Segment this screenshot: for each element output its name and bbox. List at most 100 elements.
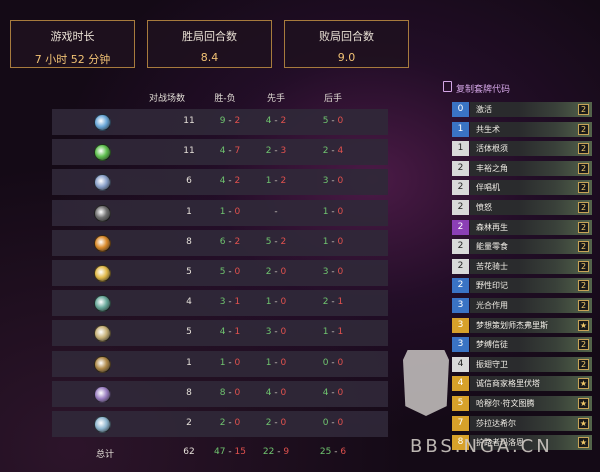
deck-card[interactable]: 2 伴唱机 2 [452,180,592,196]
deck-card[interactable]: 4 诚信商家格里伏塔 ★ [452,376,592,392]
card-count: ★ [578,319,589,331]
card-name: 诚信商家格里伏塔 [476,379,540,389]
card-count: 2 [578,221,589,233]
second-record: 5 - 0 [322,116,344,126]
card-name: 活体根须 [476,144,508,154]
card-name: 伴唱机 [476,183,500,193]
play-time-label: 游戏时长 [50,30,95,43]
card-cost: 2 [452,258,469,274]
total-win-loss: 47 - 15 [214,447,246,457]
card-cost: 3 [452,337,469,353]
deck-card[interactable]: 5 哈穆尔·符文图腾 ★ [452,396,592,411]
card-name: 森林再生 [476,222,508,232]
card-count: 2 [578,182,589,194]
card-count: 2 [578,358,589,370]
card-count: 2 [578,300,589,311]
deck-card[interactable]: 1 活体根须 2 [452,141,592,157]
deck-card[interactable]: 2 苦花骑士 2 [452,258,592,274]
win-loss: 9 - 2 [219,116,241,126]
card-count: 2 [578,162,589,174]
card-cost: 2 [452,180,469,196]
card-cost: 2 [452,239,469,255]
card-cost: 2 [452,278,469,294]
win-loss: 3 - 1 [219,297,241,308]
first-record: 4 - 0 [265,387,287,398]
card-name: 莎拉达希尔 [476,418,516,428]
mage-class-icon [94,114,111,131]
first-record: 1 - 0 [265,357,287,368]
card-count: 2 [578,202,589,213]
druid-class-icon [94,325,111,343]
card-name: 野性印记 [476,281,508,291]
card-name: 振翅守卫 [476,359,508,369]
card-cost: 5 [452,396,469,411]
header-win-loss: 胜-负 [214,94,236,104]
deck-card[interactable]: 3 梦想策划师杰弗里斯 ★ [452,317,592,333]
card-count: ★ [578,398,589,409]
demon-hunter-class-icon [94,295,111,313]
copy-deck-code-button[interactable]: 复制套牌代码 [443,82,510,95]
deck-card[interactable]: 2 野性印记 2 [452,278,592,294]
card-count: 2 [578,260,589,272]
card-name: 光合作用 [476,301,508,310]
table-row: 8 8 - 0 4 - 0 4 - 0 [52,380,388,407]
card-count: 2 [578,104,589,115]
win-loss: 4 - 7 [219,146,241,157]
card-cost: 4 [452,356,469,372]
card-cost: 0 [452,102,469,117]
card-name: 丰裕之角 [476,163,508,173]
card-count: ★ [578,437,589,449]
watermark-text: BBS.NGA.CN [410,436,553,457]
card-count: ★ [578,417,589,429]
first-record: 1 - 2 [265,176,287,187]
card-count: 2 [578,123,589,135]
deck-card[interactable]: 2 能量零食 2 [452,239,592,255]
card-name: 共生术 [476,124,500,134]
win-loss: 2 - 0 [219,418,241,428]
card-count: 2 [578,143,589,155]
win-turns-label: 胜局回合数 [182,30,237,43]
win-turns-value: 8.4 [200,51,219,64]
second-record: 3 - 0 [322,176,344,187]
table-row: 11 4 - 7 2 - 3 2 - 4 [52,139,388,166]
table-row: 6 4 - 2 1 - 2 3 - 0 [52,169,388,196]
win-turns-box: 胜局回合数 8.4 [147,20,272,68]
deck-card[interactable]: 4 振翅守卫 2 [452,356,592,372]
loss-turns-label: 败局回合数 [319,30,374,43]
card-cost: 2 [452,200,469,215]
deck-card[interactable]: 3 梦缚信徒 2 [452,337,592,353]
table-row: 5 4 - 1 3 - 0 1 - 1 [52,320,388,347]
shaman-class-icon [94,174,111,192]
first-record: 2 - 3 [265,146,287,157]
nga-logo-watermark [403,350,449,416]
deck-card[interactable]: 0 激活 2 [452,102,592,117]
second-record: 0 - 0 [322,418,344,428]
card-count: ★ [578,378,589,390]
table-row: 5 5 - 0 2 - 0 3 - 0 [52,260,388,286]
win-loss: 8 - 0 [219,387,241,398]
play-time-value: 7 小时 52 分钟 [34,53,111,66]
deck-card[interactable]: 2 丰裕之角 2 [452,160,592,176]
header-games: 对战场数 [148,94,185,104]
win-loss: 4 - 1 [219,327,241,338]
second-record: 1 - 1 [322,327,344,338]
card-name: 梦想策划师杰弗里斯 [476,320,548,330]
deck-card[interactable]: 7 莎拉达希尔 ★ [452,415,592,431]
deck-card[interactable]: 3 光合作用 2 [452,298,592,313]
table-row: 11 9 - 2 4 - 2 5 - 0 [52,109,388,135]
win-loss: 4 - 2 [219,176,241,187]
deck-card[interactable]: 1 共生术 2 [452,121,592,137]
card-cost: 7 [452,415,469,431]
deck-card[interactable]: 2 愤怒 2 [452,200,592,215]
second-record: 1 - 0 [322,206,344,217]
table-row: 4 3 - 1 1 - 0 2 - 1 [52,290,388,317]
second-record: 3 - 0 [322,267,344,277]
warrior-class-icon [94,234,111,252]
card-cost: 3 [452,317,469,333]
table-row: 1 1 - 0 - 1 - 0 [52,199,388,226]
card-name: 哈穆尔·符文图腾 [476,399,535,408]
deck-card[interactable]: 2 森林再生 2 [452,219,592,235]
card-cost: 4 [452,376,469,392]
second-record: 0 - 0 [322,357,344,368]
card-name: 愤怒 [476,203,492,212]
